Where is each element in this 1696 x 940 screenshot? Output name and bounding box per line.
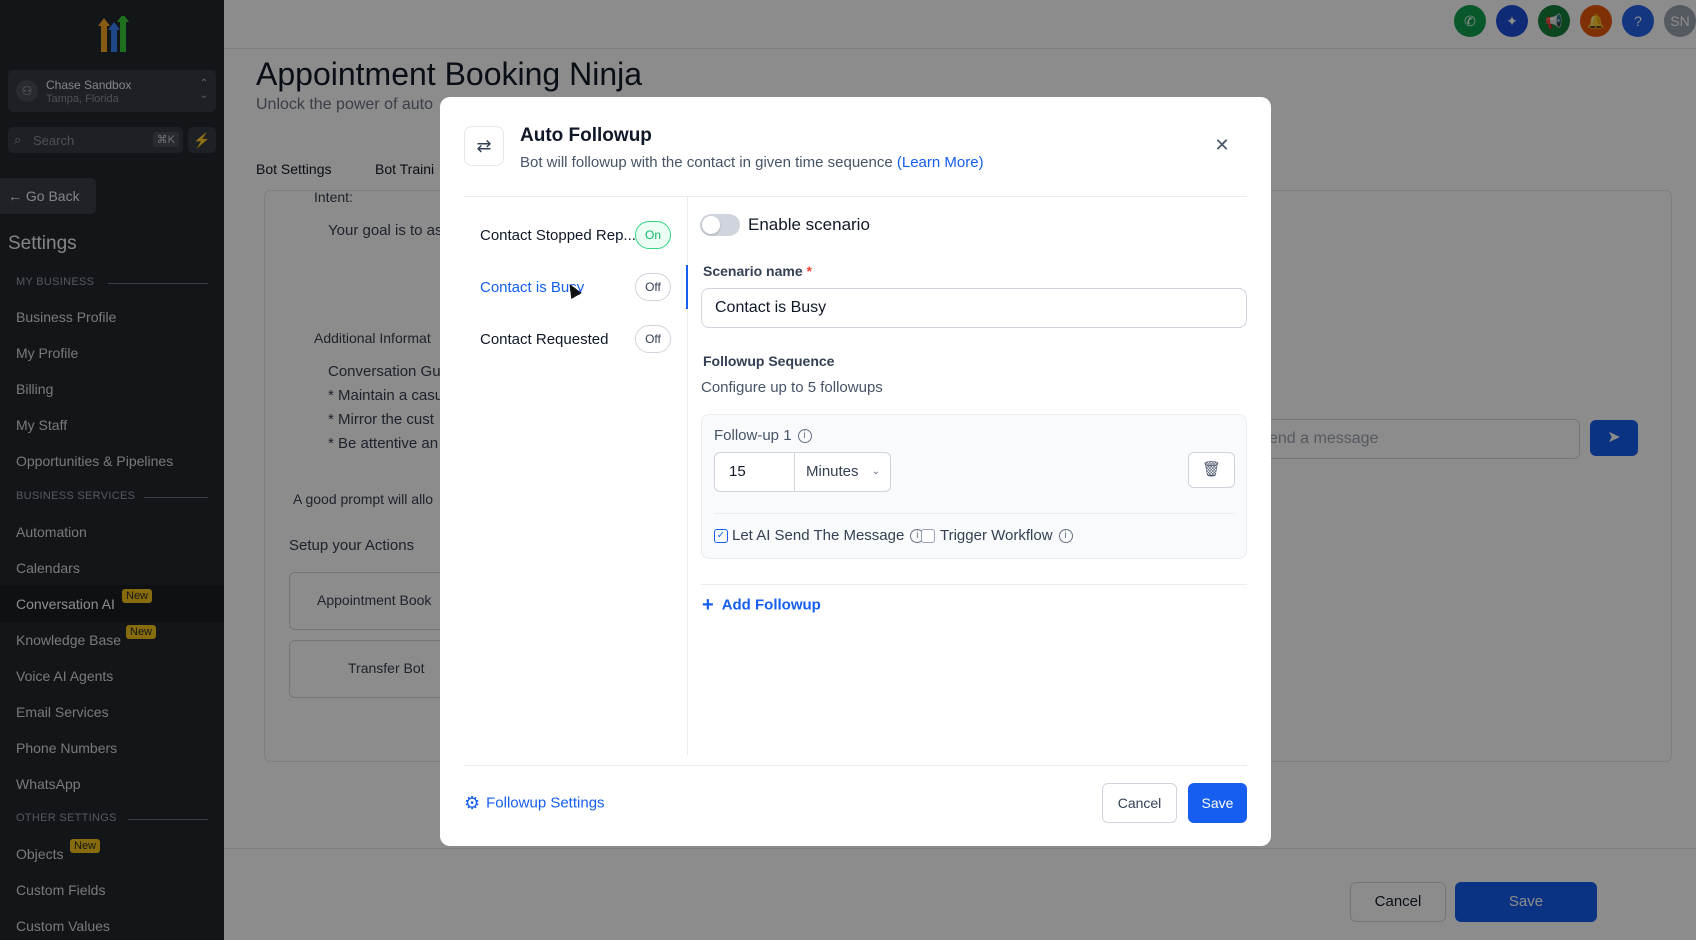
cancel-button[interactable]: Cancel	[1102, 783, 1177, 823]
followup-delay-input[interactable]: 15	[714, 452, 794, 492]
info-icon[interactable]: i	[797, 429, 812, 444]
modal-subtitle: Bot will followup with the contact in gi…	[520, 154, 984, 171]
followup-sequence-label: Followup Sequence	[703, 353, 835, 369]
auto-followup-modal: ⇄ Auto Followup Bot will followup with t…	[440, 97, 1271, 846]
let-ai-label: Let AI Send The Message i	[732, 527, 925, 544]
enable-scenario-label: Enable scenario	[748, 215, 870, 234]
toggle-knob	[702, 216, 720, 234]
let-ai-label-text: Let AI Send The Message	[732, 527, 905, 544]
required-mark: *	[806, 263, 812, 279]
header-divider	[464, 196, 1247, 197]
close-icon[interactable]: ✕	[1210, 133, 1234, 157]
followup-settings-label: Followup Settings	[486, 794, 605, 812]
active-scenario-indicator	[686, 265, 688, 309]
modal-subtitle-text: Bot will followup with the contact in gi…	[520, 154, 893, 171]
scenario-item-stopped-replying[interactable]: Contact Stopped Rep...	[480, 227, 636, 244]
scenario-name-label-text: Scenario name	[703, 263, 803, 279]
scenario-item-contact-requested[interactable]: Contact Requested	[480, 331, 608, 348]
modal-title: Auto Followup	[520, 125, 652, 146]
gear-icon: ⚙	[464, 793, 481, 813]
add-followup-button[interactable]: + Add Followup	[702, 594, 821, 617]
enable-scenario-toggle[interactable]	[700, 214, 740, 236]
scenario-name-input[interactable]: Contact is Busy	[701, 288, 1247, 328]
learn-more-link[interactable]: (Learn More)	[897, 154, 984, 171]
followup-unit-select[interactable]: Minutes ⌄	[794, 452, 891, 492]
delete-followup-trash-icon[interactable]: 🗑	[1188, 452, 1235, 488]
plus-icon: +	[702, 594, 714, 616]
let-ai-checkbox[interactable]: ✓	[714, 529, 728, 543]
followup-label-text: Follow-up 1	[714, 427, 792, 444]
followup-label: Follow-up 1 i	[714, 427, 812, 444]
add-followup-label: Add Followup	[721, 596, 821, 614]
trigger-workflow-checkbox[interactable]	[921, 529, 935, 543]
followup-sequence-hint: Configure up to 5 followups	[701, 379, 883, 396]
scenario-status-toggle[interactable]: On	[635, 221, 671, 249]
trigger-workflow-label-text: Trigger Workflow	[940, 527, 1053, 544]
followup-divider	[714, 513, 1235, 514]
add-followup-divider	[701, 584, 1247, 585]
followup-unit-value: Minutes	[806, 463, 859, 480]
followup-card: Follow-up 1 i 15 Minutes ⌄ 🗑 ✓ Let AI Sen…	[701, 414, 1247, 559]
scenario-name-label: Scenario name *	[703, 263, 812, 279]
save-button[interactable]: Save	[1188, 783, 1247, 823]
scenario-status-toggle[interactable]: Off	[635, 273, 671, 301]
scenario-status-toggle[interactable]: Off	[635, 325, 671, 353]
chevron-down-icon: ⌄	[871, 466, 880, 477]
footer-divider	[464, 765, 1247, 766]
repeat-icon: ⇄	[464, 126, 504, 166]
info-icon[interactable]: i	[1058, 529, 1073, 544]
trigger-workflow-label: Trigger Workflow i	[940, 527, 1073, 544]
followup-settings-button[interactable]: ⚙ Followup Settings	[464, 793, 605, 814]
